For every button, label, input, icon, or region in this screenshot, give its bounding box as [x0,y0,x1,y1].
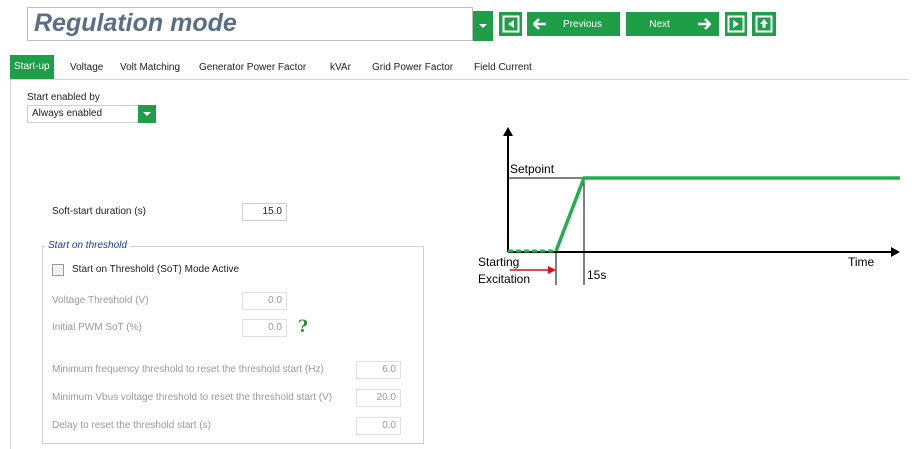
start-enabled-dropdown[interactable] [138,105,156,123]
delay-input[interactable]: 0.0 [356,417,401,435]
y-axis-arrow [503,127,513,136]
min-vbus-label: Minimum Vbus voltage threshold to reset … [52,392,333,403]
soft-start-label: Soft-start duration (s) [52,206,146,217]
start-enabled-label: Start enabled by [27,92,100,103]
arrow-right-icon [698,18,711,30]
initial-pwm-label: Initial PWM SoT (%) [52,322,142,333]
sot-checkbox-label: Start on Threshold (SoT) Mode Active [72,264,240,275]
group-title: Start on threshold [45,240,130,251]
min-vbus-input[interactable]: 20.0 [356,389,401,407]
ramp-time-label: 15s [587,268,606,282]
starting-label: Starting [478,255,519,269]
sot-checkbox[interactable] [52,264,64,276]
setpoint-label: Setpoint [510,162,555,176]
excitation-curve [554,176,900,252]
arrow-left-icon [533,18,546,30]
content-left-border [10,79,11,449]
next-label: Next [649,18,670,30]
soft-start-diagram: Setpoint Time Starting Excitation 15s [478,127,900,286]
upload-icon [755,15,773,33]
delay-label: Delay to reset the threshold start (s) [52,420,211,431]
time-label: Time [848,255,875,269]
tab-voltage[interactable]: Voltage [66,57,107,78]
last-page-button[interactable] [725,12,747,36]
voltage-threshold-label: Voltage Threshold (V) [52,295,149,306]
min-frequency-label: Minimum frequency threshold to reset the… [52,364,324,375]
excitation-label: Excitation [478,272,530,286]
min-frequency-input[interactable]: 6.0 [356,361,401,379]
tab-generator-power-factor[interactable]: Generator Power Factor [195,57,310,78]
previous-button[interactable]: Previous [527,12,620,36]
red-arrow-head [548,266,556,274]
upload-button[interactable] [752,12,776,36]
start-on-threshold-group [42,246,424,444]
tab-field-current[interactable]: Field Current [470,57,536,78]
first-page-button[interactable] [499,12,522,36]
tab-start-up[interactable]: Start-up [10,55,54,79]
previous-label: Previous [563,18,602,30]
page-title: Regulation mode [34,9,237,37]
last-page-icon [727,15,745,33]
start-enabled-select[interactable]: Always enabled [27,105,156,123]
title-dropdown-button[interactable] [473,11,493,41]
first-page-icon [502,15,519,33]
help-icon[interactable]: ? [298,317,308,337]
voltage-threshold-input[interactable]: 0.0 [242,292,287,310]
tab-volt-matching[interactable]: Volt Matching [116,57,184,78]
x-axis-arrow [891,247,900,257]
tab-grid-power-factor[interactable]: Grid Power Factor [368,57,457,78]
tab-kvar[interactable]: kVAr [326,57,355,78]
chevron-down-icon [479,24,487,28]
tab-bar: Start-up Voltage Volt Matching Generator… [10,55,909,80]
initial-pwm-input[interactable]: 0.0 [242,319,287,337]
page-title-box: Regulation mode [27,7,473,41]
chevron-down-icon [143,112,151,116]
start-enabled-value: Always enabled [32,108,103,119]
next-button[interactable]: Next [626,12,719,36]
soft-start-input[interactable]: 15.0 [242,203,287,221]
